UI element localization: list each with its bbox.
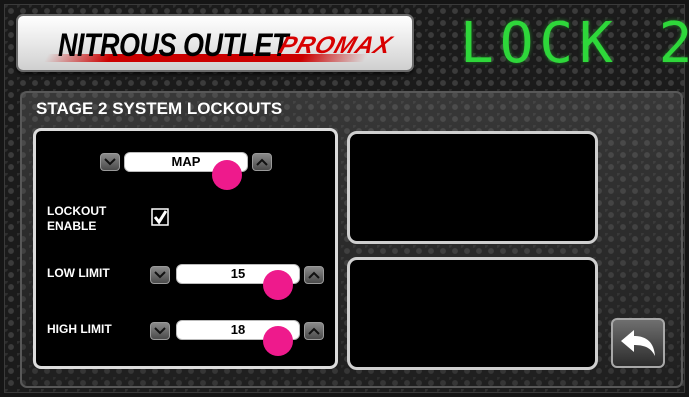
info-panel-top <box>347 131 598 244</box>
touch-marker <box>263 326 293 356</box>
touch-marker <box>212 160 242 190</box>
chevron-up-icon <box>256 158 268 166</box>
checkmark-icon <box>151 208 169 226</box>
chevron-down-icon <box>104 158 116 166</box>
logo-sub-text: PROMAX <box>275 32 396 59</box>
low-limit-increase-button[interactable] <box>304 266 324 284</box>
lockout-enable-label: LOCKOUT ENABLE <box>47 204 107 233</box>
back-arrow-icon <box>621 330 655 356</box>
touch-marker <box>263 270 293 300</box>
low-limit-decrease-button[interactable] <box>150 266 170 284</box>
source-prev-button[interactable] <box>100 153 120 171</box>
chevron-up-icon <box>308 327 320 335</box>
brand-logo: NITROUS OUTLET PROMAX <box>16 14 414 72</box>
low-limit-label: LOW LIMIT <box>47 266 110 280</box>
section-title: STAGE 2 SYSTEM LOCKOUTS <box>36 99 283 118</box>
source-next-button[interactable] <box>252 153 272 171</box>
chevron-up-icon <box>308 271 320 279</box>
chevron-down-icon <box>154 271 166 279</box>
logo-brand-text: NITROUS OUTLET <box>58 27 289 63</box>
lock-indicator: LOCK 2 <box>460 11 689 76</box>
back-button[interactable] <box>611 318 665 368</box>
lockout-enable-checkbox[interactable] <box>150 207 170 227</box>
chevron-down-icon <box>154 327 166 335</box>
high-limit-increase-button[interactable] <box>304 322 324 340</box>
info-panel-bottom <box>347 257 598 370</box>
high-limit-decrease-button[interactable] <box>150 322 170 340</box>
high-limit-label: HIGH LIMIT <box>47 322 112 336</box>
